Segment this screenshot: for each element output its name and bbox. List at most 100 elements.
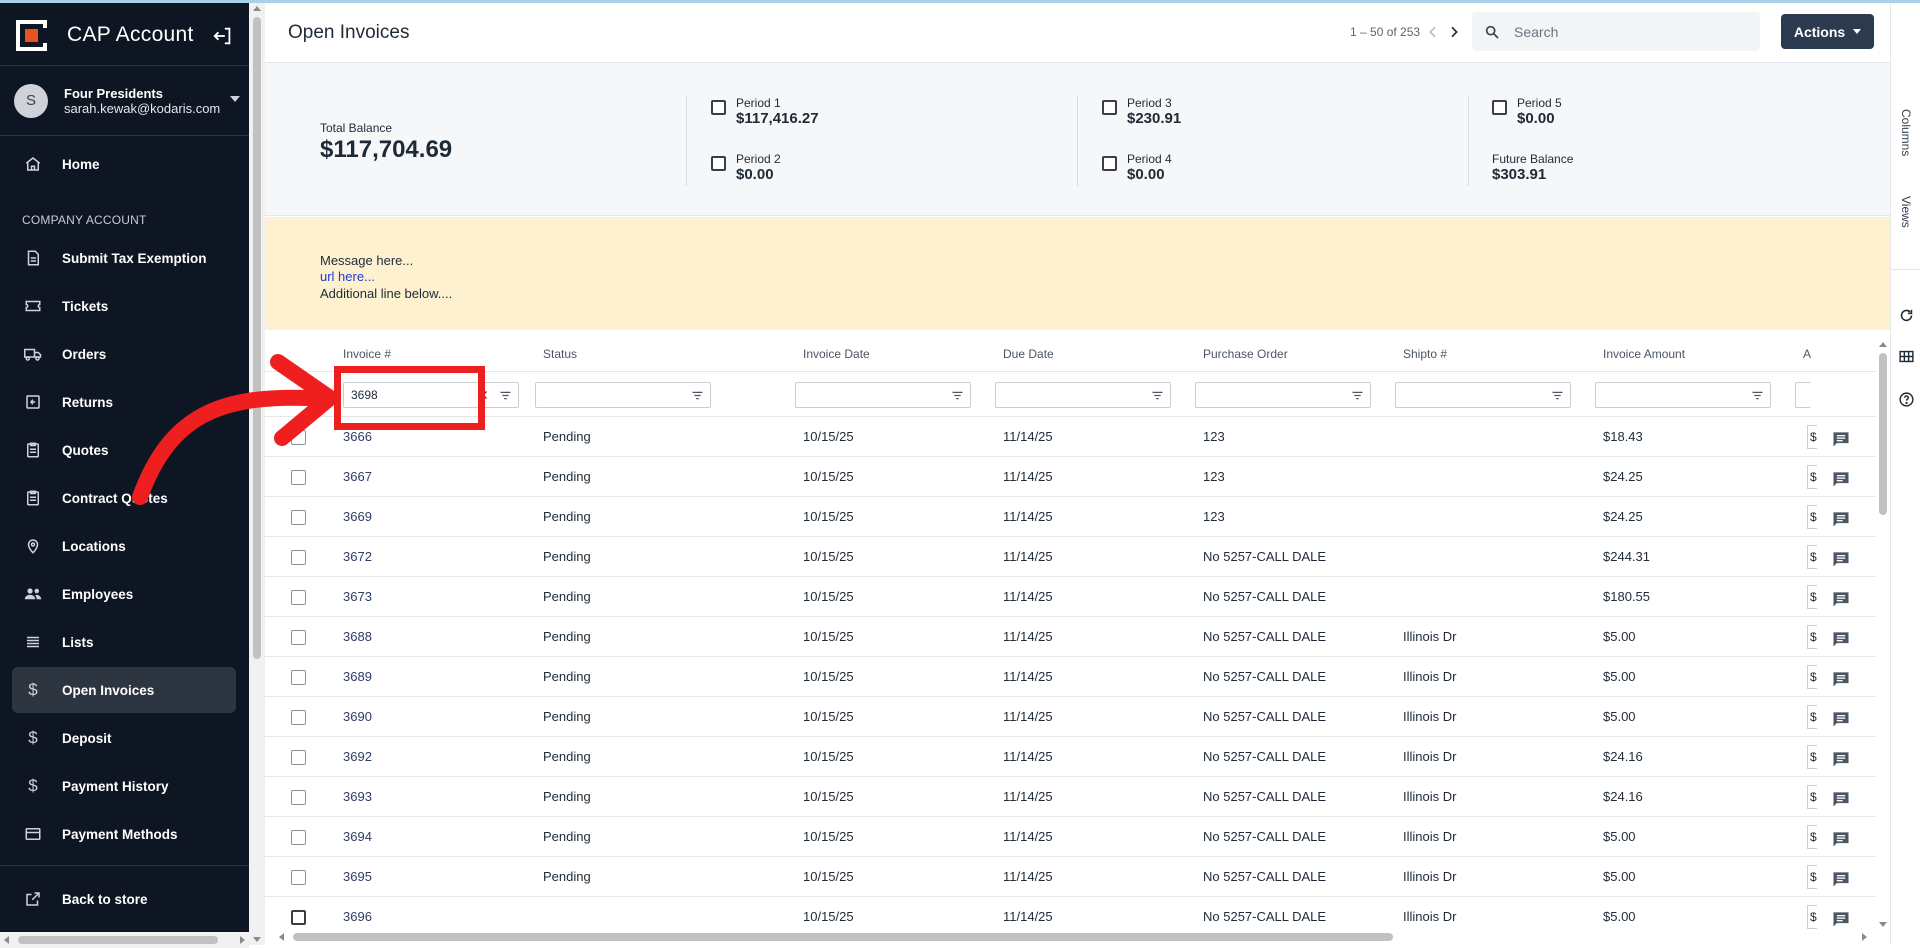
column-header-status[interactable]: Status (543, 347, 577, 361)
comment-icon[interactable] (1831, 549, 1851, 569)
sidebar-horizontal-scrollbar[interactable] (0, 932, 249, 948)
cell-invoice[interactable]: 3666 (343, 429, 372, 444)
row-checkbox[interactable] (291, 830, 306, 845)
cell-truncated-input[interactable]: $ (1807, 665, 1817, 689)
table-row[interactable]: 3688 Pending 10/15/25 11/14/25 No 5257-CALL … (265, 617, 1875, 657)
cell-invoice[interactable]: 3694 (343, 829, 372, 844)
table-row[interactable]: 3666 Pending 10/15/25 11/14/25 123 $18.43 $ (265, 417, 1875, 457)
period-5[interactable]: Period 5 $0.00 (1492, 96, 1562, 126)
column-header-invoice[interactable]: Invoice # (343, 347, 391, 361)
cell-truncated-input[interactable]: $ (1807, 545, 1817, 569)
period-4[interactable]: Period 4 $0.00 (1102, 152, 1172, 182)
sidebar-item-home[interactable]: Home (12, 141, 236, 187)
brand[interactable]: CAP Account (16, 17, 194, 53)
period-1[interactable]: Period 1 $117,416.27 (711, 96, 819, 126)
comment-icon[interactable] (1831, 909, 1851, 929)
sidebar-item-submit-tax-exemption[interactable]: Submit Tax Exemption (12, 235, 236, 281)
status-filter-input[interactable] (535, 382, 711, 408)
row-checkbox[interactable] (291, 470, 306, 485)
column-header-invoice-date[interactable]: Invoice Date (803, 347, 870, 361)
table-row[interactable]: 3692 Pending 10/15/25 11/14/25 No 5257-CALL … (265, 737, 1875, 777)
due-date-filter-input[interactable] (995, 382, 1171, 408)
column-header-due-date[interactable]: Due Date (1003, 347, 1054, 361)
truncated-filter-input[interactable] (1795, 382, 1811, 408)
filter-icon[interactable] (1750, 388, 1765, 403)
filter-icon[interactable] (1550, 388, 1565, 403)
filter-icon[interactable] (950, 388, 965, 403)
comment-icon[interactable] (1831, 829, 1851, 849)
sidebar-item-open-invoices[interactable]: $ Open Invoices (12, 667, 236, 713)
row-checkbox[interactable] (291, 870, 306, 885)
search-input[interactable] (1514, 23, 1744, 40)
cell-truncated-input[interactable]: $ (1807, 505, 1817, 529)
table-row[interactable]: 3693 Pending 10/15/25 11/14/25 No 5257-CALL … (265, 777, 1875, 817)
chevron-left-icon[interactable] (1425, 24, 1441, 40)
sidebar-item-back-to-store[interactable]: Back to store (12, 876, 236, 922)
grid-icon[interactable] (1898, 348, 1915, 365)
sidebar-item-payment-history[interactable]: $ Payment History (12, 763, 236, 809)
sidebar-item-locations[interactable]: Locations (12, 523, 236, 569)
table-horizontal-scrollbar[interactable] (265, 929, 1876, 945)
row-checkbox[interactable] (291, 550, 306, 565)
cell-truncated-input[interactable]: $ (1807, 465, 1817, 489)
row-checkbox[interactable] (291, 630, 306, 645)
comment-icon[interactable] (1831, 429, 1851, 449)
chevron-right-icon[interactable] (1446, 24, 1462, 40)
sidebar-item-returns[interactable]: Returns (12, 379, 236, 425)
cell-truncated-input[interactable]: $ (1807, 585, 1817, 609)
comment-icon[interactable] (1831, 749, 1851, 769)
row-checkbox[interactable] (291, 430, 306, 445)
table-row[interactable]: 3689 Pending 10/15/25 11/14/25 No 5257-CALL … (265, 657, 1875, 697)
comment-icon[interactable] (1831, 869, 1851, 889)
sidebar-item-lists[interactable]: Lists (12, 619, 236, 665)
refresh-icon[interactable] (1898, 307, 1915, 324)
filter-icon[interactable] (1350, 388, 1365, 403)
cell-invoice[interactable]: 3669 (343, 509, 372, 524)
cell-invoice[interactable]: 3672 (343, 549, 372, 564)
cell-truncated-input[interactable]: $ (1807, 705, 1817, 729)
invoice-date-filter-input[interactable] (795, 382, 971, 408)
column-header-purchase-order[interactable]: Purchase Order (1203, 347, 1288, 361)
table-vertical-scrollbar[interactable] (1876, 339, 1890, 945)
row-checkbox[interactable] (291, 710, 306, 725)
row-checkbox[interactable] (291, 750, 306, 765)
cell-invoice[interactable]: 3692 (343, 749, 372, 764)
sidebar-item-orders[interactable]: Orders (12, 331, 236, 377)
sidebar-item-deposit[interactable]: $ Deposit (12, 715, 236, 761)
table-row[interactable]: 3669 Pending 10/15/25 11/14/25 123 $24.25 $ (265, 497, 1875, 537)
shipto-filter-input[interactable] (1395, 382, 1571, 408)
cell-invoice[interactable]: 3689 (343, 669, 372, 684)
sidebar-scrollbar[interactable] (249, 3, 265, 945)
cell-truncated-input[interactable]: $ (1807, 745, 1817, 769)
sidebar-item-contract-quotes[interactable]: Contract Quotes (12, 475, 236, 521)
table-row[interactable]: 3673 Pending 10/15/25 11/14/25 No 5257-CALL … (265, 577, 1875, 617)
cell-truncated-input[interactable]: $ (1807, 785, 1817, 809)
banner-link[interactable]: url here... (320, 269, 375, 284)
comment-icon[interactable] (1831, 589, 1851, 609)
comment-icon[interactable] (1831, 469, 1851, 489)
sidebar-item-quotes[interactable]: Quotes (12, 427, 236, 473)
cell-truncated-input[interactable]: $ (1807, 865, 1817, 889)
cell-invoice[interactable]: 3688 (343, 629, 372, 644)
cell-truncated-input[interactable]: $ (1807, 425, 1817, 449)
table-row[interactable]: 3695 Pending 10/15/25 11/14/25 No 5257-CALL … (265, 857, 1875, 897)
sidebar-item-tickets[interactable]: Tickets (12, 283, 236, 329)
comment-icon[interactable] (1831, 709, 1851, 729)
cell-invoice[interactable]: 3690 (343, 709, 372, 724)
cell-truncated-input[interactable]: $ (1807, 825, 1817, 849)
cell-invoice[interactable]: 3673 (343, 589, 372, 604)
period-2[interactable]: Period 2 $0.00 (711, 152, 781, 182)
row-checkbox[interactable] (291, 510, 306, 525)
actions-button[interactable]: Actions (1781, 14, 1874, 49)
cell-invoice[interactable]: 3667 (343, 469, 372, 484)
period-checkbox[interactable] (711, 100, 726, 115)
table-row[interactable]: 3667 Pending 10/15/25 11/14/25 123 $24.25 $ (265, 457, 1875, 497)
views-panel-toggle[interactable]: Views (1899, 196, 1913, 228)
column-header-shipto[interactable]: Shipto # (1403, 347, 1447, 361)
user-switcher[interactable]: S Four Presidents sarah.kewak@kodaris.co… (14, 78, 244, 123)
help-icon[interactable] (1898, 391, 1915, 408)
filter-icon[interactable] (498, 388, 513, 403)
collapse-sidebar-icon[interactable] (212, 25, 234, 47)
period-3[interactable]: Period 3 $230.91 (1102, 96, 1181, 126)
period-checkbox[interactable] (711, 156, 726, 171)
